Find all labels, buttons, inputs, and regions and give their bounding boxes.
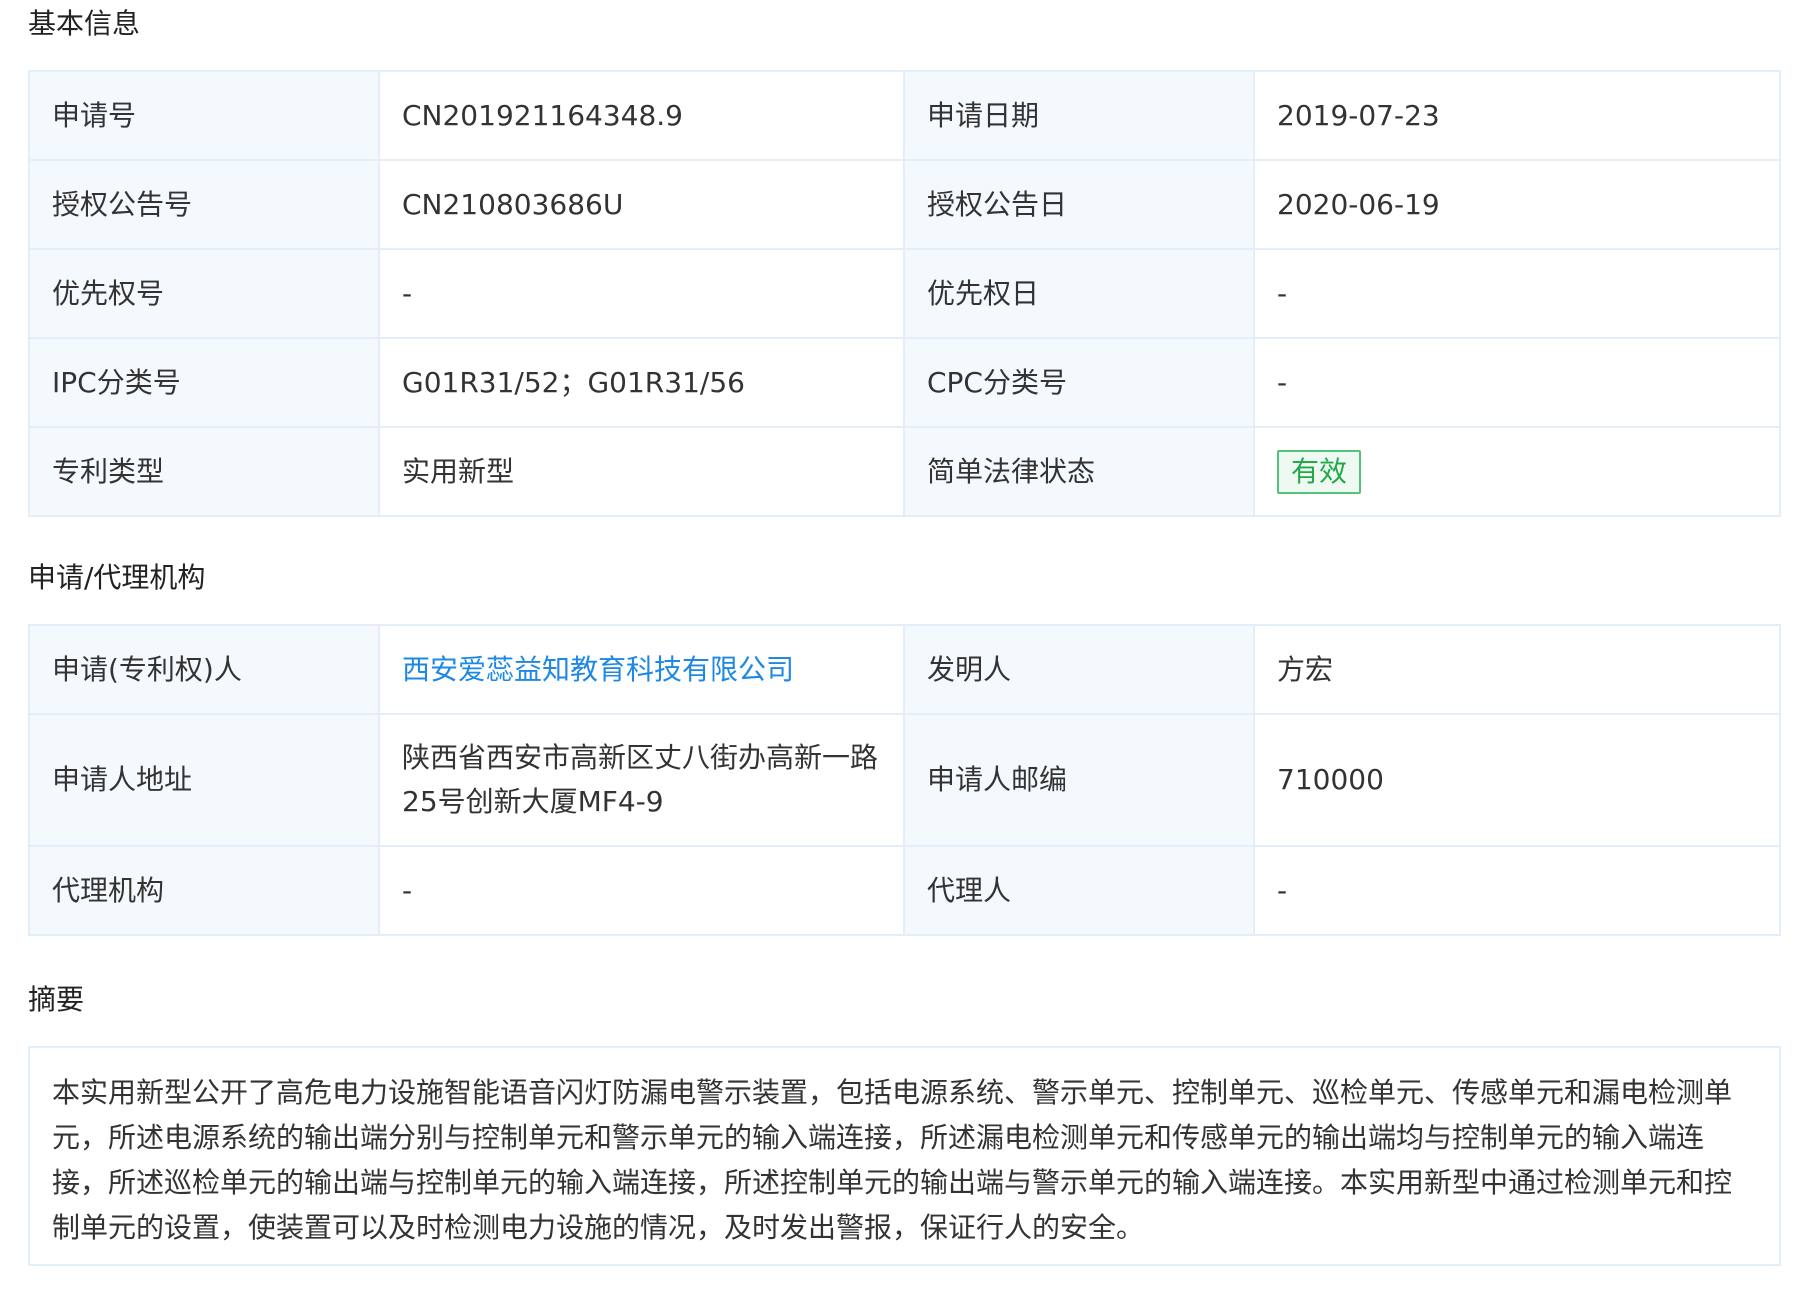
value-priority-number: - — [378, 248, 905, 339]
label-priority-date: 优先权日 — [903, 248, 1255, 339]
value-application-number: CN201921164348.9 — [378, 70, 905, 161]
value-patent-type: 实用新型 — [378, 426, 905, 517]
label-cpc-class: CPC分类号 — [903, 337, 1255, 428]
table-row: 授权公告号 CN210803686U 授权公告日 2020-06-19 — [28, 159, 1781, 250]
value-inventor: 方宏 — [1253, 624, 1781, 715]
label-legal-status: 简单法律状态 — [903, 426, 1255, 517]
value-applicant-postcode: 710000 — [1253, 713, 1781, 847]
section-title-abstract: 摘要 — [28, 983, 85, 1016]
label-grant-publication-number: 授权公告号 — [28, 159, 380, 250]
value-legal-status-cell: 有效 — [1253, 426, 1781, 517]
applicant-link[interactable]: 西安爱蕊益知教育科技有限公司 — [402, 653, 794, 686]
label-application-number: 申请号 — [28, 70, 380, 161]
value-cpc-class: - — [1253, 337, 1781, 428]
table-row: 代理机构 - 代理人 - — [28, 845, 1781, 936]
patent-detail-page: 基本信息 申请号 CN201921164348.9 申请日期 2019-07-2… — [0, 0, 1814, 1300]
status-badge: 有效 — [1277, 449, 1362, 494]
value-priority-date: - — [1253, 248, 1781, 339]
abstract-text: 本实用新型公开了高危电力设施智能语音闪灯防漏电警示装置，包括电源系统、警示单元、… — [28, 1046, 1781, 1266]
label-priority-number: 优先权号 — [28, 248, 380, 339]
label-applicant-postcode: 申请人邮编 — [903, 713, 1255, 847]
label-patent-type: 专利类型 — [28, 426, 380, 517]
table-row: 专利类型 实用新型 简单法律状态 有效 — [28, 426, 1781, 517]
basic-info-table: 申请号 CN201921164348.9 申请日期 2019-07-23 授权公… — [28, 70, 1781, 517]
table-row: 优先权号 - 优先权日 - — [28, 248, 1781, 339]
table-row: 申请人地址 陕西省西安市高新区丈八街办高新一路 25号创新大厦MF4-9 申请人… — [28, 713, 1781, 847]
label-application-date: 申请日期 — [903, 70, 1255, 161]
value-agency: - — [378, 845, 905, 936]
label-grant-publication-date: 授权公告日 — [903, 159, 1255, 250]
label-applicant-address: 申请人地址 — [28, 713, 380, 847]
value-ipc-class: G01R31/52；G01R31/56 — [378, 337, 905, 428]
table-row: 申请号 CN201921164348.9 申请日期 2019-07-23 — [28, 70, 1781, 161]
value-applicant-cell: 西安爱蕊益知教育科技有限公司 — [378, 624, 905, 715]
table-row: 申请(专利权)人 西安爱蕊益知教育科技有限公司 发明人 方宏 — [28, 624, 1781, 715]
label-inventor: 发明人 — [903, 624, 1255, 715]
label-agent: 代理人 — [903, 845, 1255, 936]
value-grant-publication-number: CN210803686U — [378, 159, 905, 250]
address-line-2: 25号创新大厦MF4-9 — [402, 785, 664, 818]
value-application-date: 2019-07-23 — [1253, 70, 1781, 161]
value-grant-publication-date: 2020-06-19 — [1253, 159, 1781, 250]
label-agency: 代理机构 — [28, 845, 380, 936]
address-line-1: 陕西省西安市高新区丈八街办高新一路 — [402, 741, 879, 774]
value-applicant-address: 陕西省西安市高新区丈八街办高新一路 25号创新大厦MF4-9 — [378, 713, 905, 847]
section-title-agency: 申请/代理机构 — [28, 561, 206, 594]
agency-table: 申请(专利权)人 西安爱蕊益知教育科技有限公司 发明人 方宏 申请人地址 陕西省… — [28, 624, 1781, 936]
section-title-basic-info: 基本信息 — [28, 7, 141, 40]
table-row: IPC分类号 G01R31/52；G01R31/56 CPC分类号 - — [28, 337, 1781, 428]
label-applicant: 申请(专利权)人 — [28, 624, 380, 715]
value-agent: - — [1253, 845, 1781, 936]
label-ipc-class: IPC分类号 — [28, 337, 380, 428]
